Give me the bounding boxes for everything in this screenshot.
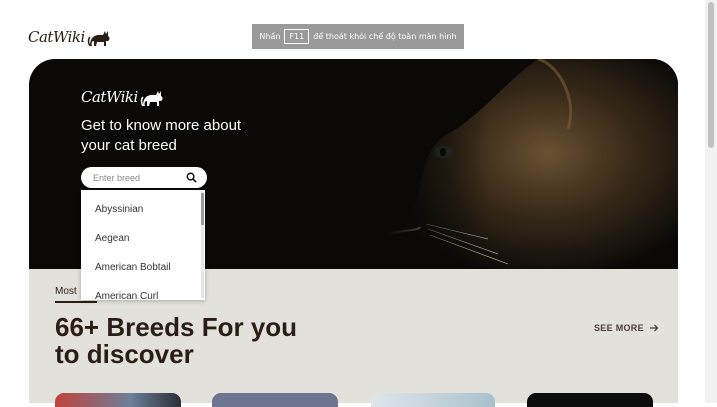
banner-suffix: để thoát khỏi chế độ toàn màn hình	[313, 32, 457, 41]
search-icon[interactable]	[186, 172, 197, 183]
hero-logo: CatWiki	[81, 86, 166, 108]
breed-dropdown[interactable]: Abyssinian Aegean American Bobtail Ameri…	[81, 190, 205, 300]
cat-logo-icon	[87, 31, 110, 47]
breed-card[interactable]	[212, 393, 338, 407]
breed-search[interactable]	[81, 167, 207, 188]
dropdown-option[interactable]: American Bobtail	[81, 253, 205, 282]
breed-card[interactable]	[527, 393, 653, 407]
see-more-label: SEE MORE	[594, 323, 644, 333]
hero-title: Get to know more about your cat breed	[81, 117, 242, 154]
section-headline: 66+ Breeds For you to discover	[55, 312, 298, 369]
page-scrollbar[interactable]	[705, 0, 717, 403]
breed-search-input[interactable]	[91, 171, 185, 184]
page-scrollbar-thumb[interactable]	[708, 2, 714, 148]
section-underline	[55, 301, 97, 303]
f11-key: F11	[284, 29, 310, 44]
section-label: Most	[55, 286, 77, 297]
dropdown-option[interactable]: Abyssinian	[81, 195, 205, 224]
fullscreen-exit-banner: Nhấn F11 để thoát khỏi chế độ toàn màn h…	[252, 24, 464, 49]
hero-cat-image	[388, 59, 678, 269]
dropdown-scrollbar-thumb[interactable]	[201, 193, 204, 225]
header-logo[interactable]: CatWiki	[28, 26, 113, 48]
dropdown-option[interactable]: Aegean	[81, 224, 205, 253]
hero-brand-name: CatWiki	[81, 88, 138, 106]
banner-prefix: Nhấn	[259, 32, 281, 41]
brand-name: CatWiki	[28, 28, 85, 46]
dropdown-option[interactable]: American Curl	[81, 282, 205, 300]
see-more-link[interactable]: SEE MORE	[594, 323, 659, 333]
cat-logo-icon	[140, 91, 163, 107]
breed-card[interactable]	[371, 393, 495, 407]
breed-card[interactable]	[55, 393, 181, 407]
arrow-right-icon	[649, 324, 659, 332]
